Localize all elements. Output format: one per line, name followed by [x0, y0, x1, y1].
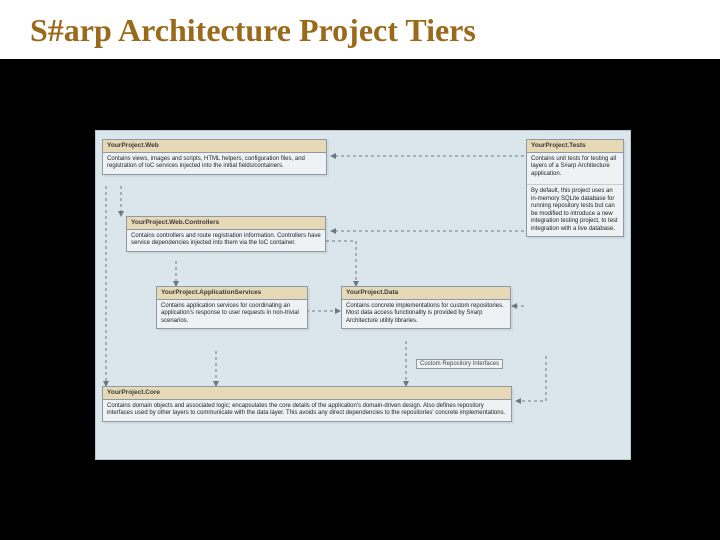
- box-tests-body: Contains unit tests for testing all laye…: [527, 153, 623, 182]
- box-web-body: Contains views, images and scripts, HTML…: [103, 153, 326, 174]
- box-appservices-body: Contains application services for coordi…: [157, 300, 307, 329]
- box-core: YourProject.Core Contains domain objects…: [102, 386, 512, 422]
- box-data: YourProject.Data Contains concrete imple…: [341, 286, 511, 329]
- label-custom-repo: Custom Repository Interfaces: [416, 359, 503, 369]
- box-tests-title: YourProject.Tests: [527, 140, 623, 153]
- box-tests: YourProject.Tests Contains unit tests fo…: [526, 139, 624, 237]
- box-appservices: YourProject.ApplicationServices Contains…: [156, 286, 308, 329]
- box-data-body: Contains concrete implementations for cu…: [342, 300, 510, 329]
- box-controllers-title: YourProject.Web.Controllers: [127, 217, 325, 230]
- box-controllers-body: Contains controllers and route registrat…: [127, 230, 325, 251]
- box-web: YourProject.Web Contains views, images a…: [102, 139, 327, 175]
- box-tests-body2: By default, this project uses an in-memo…: [527, 184, 623, 236]
- slide: S#arp Architecture Project Tiers: [0, 0, 720, 540]
- box-appservices-title: YourProject.ApplicationServices: [157, 287, 307, 300]
- box-core-title: YourProject.Core: [103, 387, 511, 400]
- page-title: S#arp Architecture Project Tiers: [30, 12, 690, 49]
- box-core-body: Contains domain objects and associated l…: [103, 400, 511, 421]
- box-controllers: YourProject.Web.Controllers Contains con…: [126, 216, 326, 252]
- title-bar: S#arp Architecture Project Tiers: [0, 0, 720, 59]
- diagram: YourProject.Web Contains views, images a…: [95, 130, 631, 460]
- box-web-title: YourProject.Web: [103, 140, 326, 153]
- box-data-title: YourProject.Data: [342, 287, 510, 300]
